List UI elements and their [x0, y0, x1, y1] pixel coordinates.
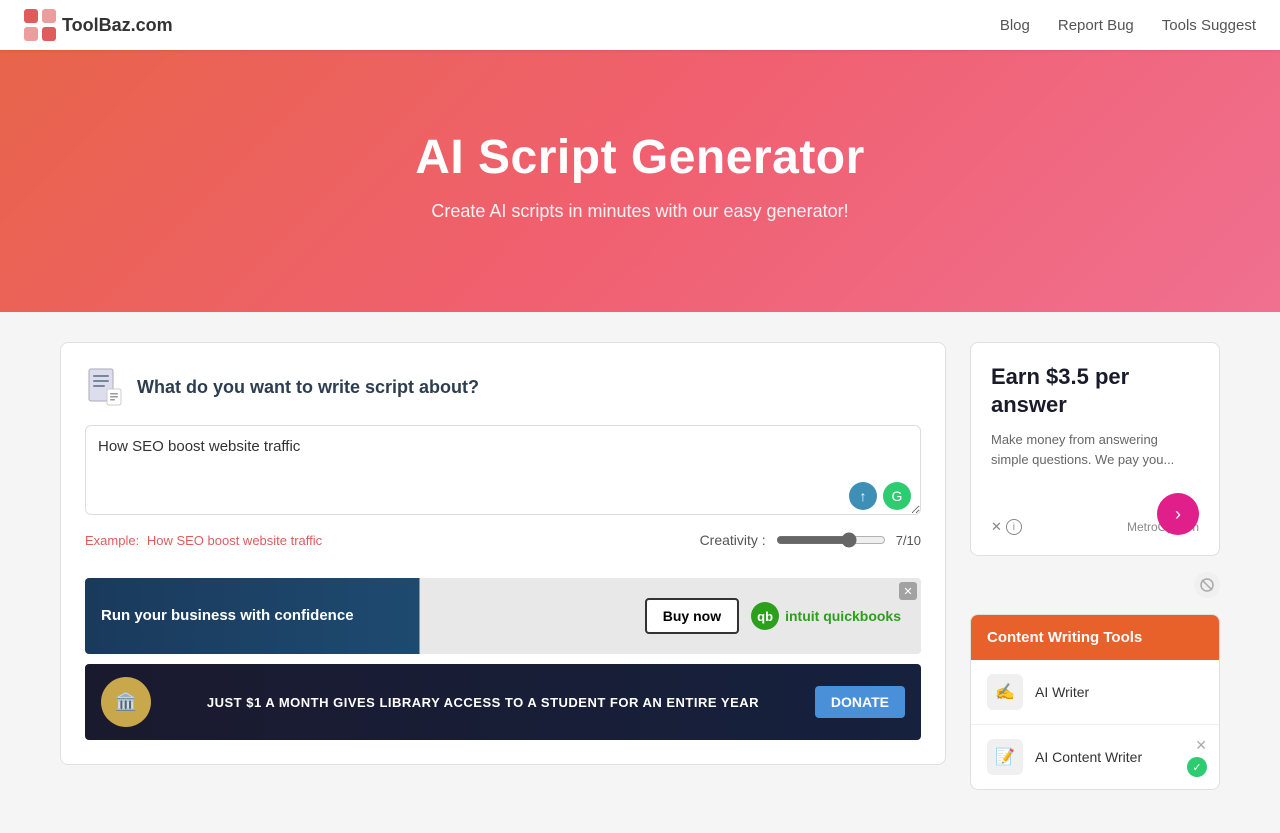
- hero-subtitle: Create AI scripts in minutes with our ea…: [20, 201, 1260, 222]
- panel-title: What do you want to write script about?: [137, 377, 479, 398]
- nav-report-bug[interactable]: Report Bug: [1058, 17, 1134, 34]
- ad-banner-quickbooks: Run your business with confidence Buy no…: [85, 578, 921, 654]
- creativity-value: 7/10: [896, 533, 921, 548]
- no-ad-icon-row: [970, 572, 1220, 598]
- donate-button[interactable]: DONATE: [815, 686, 905, 718]
- info-icon[interactable]: i: [1006, 519, 1022, 535]
- creativity-row: Creativity : 7/10: [700, 532, 921, 548]
- earn-ad-card: Earn $3.5 per answer Make money from ans…: [970, 342, 1220, 556]
- qb-icon: qb: [751, 602, 779, 630]
- content-writing-tools: Content Writing Tools ✍ AI Writer 📝 AI C…: [970, 614, 1220, 790]
- ai-writer-icon: ✍: [987, 674, 1023, 710]
- main-content: What do you want to write script about? …: [0, 312, 1280, 820]
- upload-btn[interactable]: ↑: [849, 482, 877, 510]
- hero-section: AI Script Generator Create AI scripts in…: [0, 50, 1280, 312]
- creativity-label: Creativity :: [700, 532, 766, 548]
- earn-ad-subtitle: Make money from answering simple questio…: [991, 430, 1199, 469]
- creativity-slider[interactable]: [776, 532, 886, 548]
- panel-bottom-row: Example: How SEO boost website traffic C…: [85, 532, 921, 548]
- earn-ad-arrow[interactable]: ›: [1157, 493, 1199, 535]
- ad2-text: JUST $1 A MONTH GIVES LIBRARY ACCESS TO …: [167, 695, 799, 710]
- earn-ad-footer-left: ✕ i: [991, 519, 1022, 535]
- tool-item-ai-writer[interactable]: ✍ AI Writer: [971, 660, 1219, 725]
- script-generator-panel: What do you want to write script about? …: [60, 342, 946, 765]
- navbar-links: Blog Report Bug Tools Suggest: [1000, 17, 1256, 34]
- panel-title-row: What do you want to write script about?: [85, 367, 921, 407]
- textarea-action-icons: ↑ G: [849, 482, 911, 510]
- village-logo-icon: 🏛️: [101, 677, 151, 727]
- textarea-wrapper: How SEO boost website traffic ↑ G: [85, 425, 921, 520]
- nav-tools-suggest[interactable]: Tools Suggest: [1162, 17, 1256, 34]
- tool-close-btn[interactable]: ✕: [1195, 737, 1207, 754]
- quickbooks-logo: qb intuit quickbooks: [751, 602, 901, 630]
- ad-right-section: Buy now qb intuit quickbooks: [499, 578, 921, 654]
- ad-banners: Run your business with confidence Buy no…: [85, 578, 921, 740]
- ad-close-btn[interactable]: ✕: [899, 582, 917, 600]
- tool-item-ai-content[interactable]: 📝 AI Content Writer ✕ ✓: [971, 725, 1219, 789]
- tool-check-icon: ✓: [1187, 757, 1207, 777]
- right-sidebar: Earn $3.5 per answer Make money from ans…: [970, 342, 1220, 790]
- content-tools-header: Content Writing Tools: [971, 615, 1219, 660]
- script-input[interactable]: How SEO boost website traffic: [85, 425, 921, 515]
- no-ad-icon[interactable]: [1194, 572, 1220, 598]
- ad-title: Run your business with confidence: [101, 606, 483, 626]
- earn-ad-title: Earn $3.5 per answer: [991, 363, 1199, 418]
- logo[interactable]: ToolBaz.com: [24, 9, 173, 41]
- example-text: Example: How SEO boost website traffic: [85, 533, 322, 548]
- ai-content-icon: 📝: [987, 739, 1023, 775]
- ad-banner-village: 🏛️ JUST $1 A MONTH GIVES LIBRARY ACCESS …: [85, 664, 921, 740]
- logo-text: ToolBaz.com: [62, 15, 173, 36]
- nav-blog[interactable]: Blog: [1000, 17, 1030, 34]
- panel-icon: [85, 367, 125, 407]
- ad-buy-button[interactable]: Buy now: [645, 598, 739, 634]
- ad-text-section: Run your business with confidence: [85, 594, 499, 638]
- ai-writer-label: AI Writer: [1035, 684, 1089, 700]
- earn-ad-close[interactable]: ✕: [991, 519, 1002, 535]
- navbar: ToolBaz.com Blog Report Bug Tools Sugges…: [0, 0, 1280, 50]
- example-value: How SEO boost website traffic: [147, 533, 322, 548]
- grammar-btn[interactable]: G: [883, 482, 911, 510]
- hero-title: AI Script Generator: [20, 130, 1260, 185]
- ai-content-label: AI Content Writer: [1035, 749, 1142, 765]
